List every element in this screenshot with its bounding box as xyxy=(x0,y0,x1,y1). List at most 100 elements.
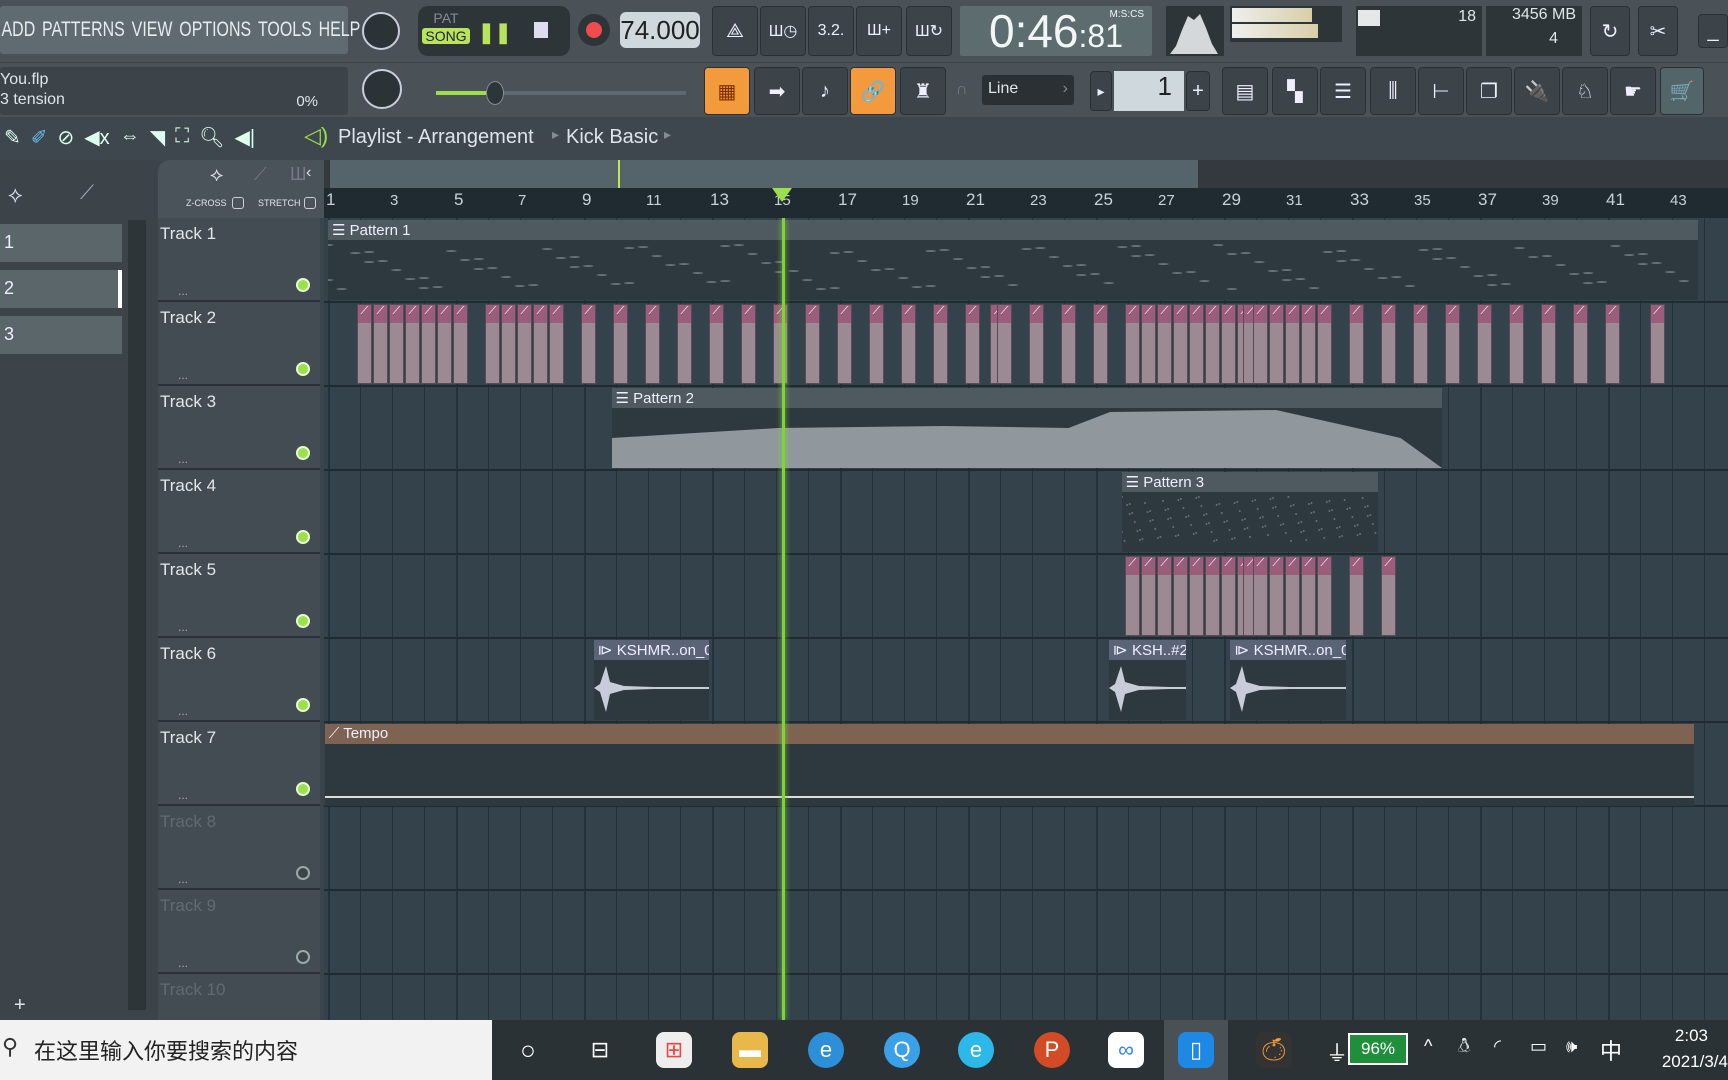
audio-clip-filter-icon[interactable]: ⟡ xyxy=(210,164,223,187)
pattern-clip-small[interactable]: ⟋ xyxy=(964,304,980,384)
delete-tool-icon[interactable]: ⊘ xyxy=(58,125,75,150)
track-header[interactable]: Track 5... xyxy=(158,554,320,638)
pattern-clip-small[interactable]: ⟋ xyxy=(1188,304,1204,384)
project-info-button[interactable]: ❐ xyxy=(1466,67,1512,115)
pattern-clip-small[interactable]: ⟋ xyxy=(1220,556,1236,636)
playlist-grid[interactable]: ☰ Pattern 1 ☰ Pattern 2 ☰ Pattern 3 ⧐ KSHMR… xyxy=(324,218,1728,1020)
track-header[interactable]: Track 9... xyxy=(158,890,320,974)
pattern-clip-filter-icon[interactable]: Ш xyxy=(290,164,307,185)
loop-record-button[interactable]: Ш↻ xyxy=(906,6,952,56)
pattern-clip-small[interactable]: ⟋ xyxy=(1204,304,1220,384)
pattern-clip-small[interactable]: ⟋ xyxy=(708,304,724,384)
select-tool-icon[interactable]: ⛶ xyxy=(175,125,189,150)
piano-roll-button[interactable]: ▚ xyxy=(1272,67,1318,115)
pattern-clip-small[interactable]: ⟋ xyxy=(1188,556,1204,636)
audio-clip[interactable]: ⧐ KSHMR..on_05 xyxy=(593,640,709,720)
record-button[interactable] xyxy=(578,14,610,46)
track-mute-led[interactable] xyxy=(296,782,310,796)
pattern-clip-small[interactable]: ⟋ xyxy=(356,304,372,384)
stretch-checkbox[interactable] xyxy=(304,197,316,209)
zcross-checkbox[interactable] xyxy=(232,197,244,209)
track-header[interactable]: Track 1... xyxy=(158,218,320,302)
channel-rack-button[interactable]: ☰ xyxy=(1320,67,1366,115)
plugin-picker-button[interactable]: ♘ xyxy=(1562,67,1608,115)
slip-tool-icon[interactable]: ⇔ xyxy=(120,125,140,150)
menu-patterns[interactable]: PATTERNS xyxy=(42,18,125,42)
wifi-icon[interactable]: ◜ xyxy=(1494,1036,1501,1057)
tempo-display[interactable]: 74.000 xyxy=(620,12,700,48)
pattern-clip-small[interactable]: ⟋ xyxy=(900,304,916,384)
pattern-clip-small[interactable]: ⟋ xyxy=(1172,556,1188,636)
track-header[interactable]: Track 4... xyxy=(158,470,320,554)
taskbar-search-box[interactable]: ⚲ 在这里输入你要搜索的内容 xyxy=(0,1020,492,1080)
pattern-clip-small[interactable]: ⟋ xyxy=(1268,556,1284,636)
timeline-ruler[interactable]: 1 3 5 7 9 11 13 15 17 19 21 23 25 27 29 31 33 35 37 39 41 43 xyxy=(324,188,1728,218)
pattern-clip-small[interactable]: ⟋ xyxy=(436,304,452,384)
pattern-clip-small[interactable]: ⟋ xyxy=(1508,304,1524,384)
paint-tool-icon[interactable]: ✐ xyxy=(31,125,48,150)
main-slider[interactable] xyxy=(436,81,686,105)
cortana-icon[interactable]: ○ xyxy=(510,1032,546,1068)
audio-filter-icon[interactable]: ⟡ xyxy=(8,182,23,208)
track-mute-led[interactable] xyxy=(296,278,310,292)
pattern-clip-small[interactable]: ⟋ xyxy=(1444,304,1460,384)
track-menu-icon[interactable]: ... xyxy=(178,452,188,466)
pause-button[interactable]: ❚❚ xyxy=(478,20,512,45)
pattern-clip-small[interactable]: ⟋ xyxy=(1156,304,1172,384)
pattern-clip-small[interactable]: ⟋ xyxy=(644,304,660,384)
playlist-window-button[interactable]: ▤ xyxy=(1222,67,1268,115)
task-view-icon[interactable]: ⊟ xyxy=(582,1032,618,1068)
pattern-clip-small[interactable]: ⟋ xyxy=(1348,556,1364,636)
track-mute-led[interactable] xyxy=(296,530,310,544)
pattern-clip[interactable]: ☰ Pattern 2 xyxy=(611,388,1442,468)
baidu-netdisk-icon[interactable]: ∞ xyxy=(1108,1032,1144,1068)
overview-viewport[interactable] xyxy=(330,160,1198,188)
track-mute-led[interactable] xyxy=(296,950,310,964)
track-menu-icon[interactable]: ... xyxy=(178,620,188,634)
volume-icon[interactable]: 🕪︎ xyxy=(1566,1036,1577,1057)
pattern-clip-small[interactable]: ⟋ xyxy=(516,304,532,384)
pattern-clip-small[interactable]: ⟋ xyxy=(420,304,436,384)
menu-view[interactable]: VIEW xyxy=(132,18,173,42)
pattern-clip-small[interactable]: ⟋ xyxy=(1316,556,1332,636)
pattern-clip-small[interactable]: ⟋ xyxy=(404,304,420,384)
powerpoint-icon[interactable]: P xyxy=(1034,1032,1070,1068)
playlist-overview[interactable]: ‹ xyxy=(306,160,1728,188)
track-menu-icon[interactable]: ... xyxy=(178,872,188,886)
store-icon[interactable]: ⊞ xyxy=(656,1032,692,1068)
track-mute-led[interactable] xyxy=(296,446,310,460)
track-header[interactable]: Track 8... xyxy=(158,806,320,890)
pattern-clip-small[interactable]: ⟋ xyxy=(372,304,388,384)
add-button[interactable]: + xyxy=(14,994,26,1017)
pattern-selector[interactable]: 1 xyxy=(1114,71,1184,111)
pattern-clip-small[interactable]: ⟋ xyxy=(1220,304,1236,384)
pattern-clip-small[interactable]: ⟋ xyxy=(484,304,500,384)
pattern-clip-small[interactable]: ⟋ xyxy=(804,304,820,384)
slice-tool-icon[interactable]: ◥ xyxy=(150,125,165,150)
pattern-clip-small[interactable]: ⟋ xyxy=(532,304,548,384)
pattern-clip-small[interactable]: ⟋ xyxy=(868,304,884,384)
audio-clip[interactable]: ⧐ KSH..#2 xyxy=(1108,640,1186,720)
slider-handle[interactable] xyxy=(486,81,504,105)
menu-add[interactable]: ADD xyxy=(2,18,36,42)
pattern-clip-small[interactable]: ⟋ xyxy=(740,304,756,384)
track-menu-icon[interactable]: ... xyxy=(178,788,188,802)
audio-clip[interactable]: ⧐ KSHMR..on_05 xyxy=(1230,640,1346,720)
browser-item[interactable]: 2 xyxy=(0,270,122,308)
pattern-prev-button[interactable]: ▸ xyxy=(1090,71,1112,111)
pencil-tool-icon[interactable]: ✎ xyxy=(4,125,21,150)
pattern-clip-small[interactable]: ⟋ xyxy=(388,304,404,384)
pattern-clip-small[interactable]: ⟋ xyxy=(1028,304,1044,384)
pattern-clip-small[interactable]: ⟋ xyxy=(836,304,852,384)
mute-tool-icon[interactable]: ◀x xyxy=(84,125,109,150)
ie-browser-icon[interactable]: e xyxy=(958,1032,994,1068)
song-time-display[interactable]: 0:46:81 M:S:CS xyxy=(960,6,1152,56)
browser-item[interactable]: 1 xyxy=(0,224,122,262)
clock[interactable]: 2:03 2021/3/4 xyxy=(1640,1026,1728,1072)
scroll-left-icon[interactable]: ‹ xyxy=(306,164,311,182)
stop-button[interactable] xyxy=(534,22,548,38)
chevron-up-icon[interactable]: ^ xyxy=(1424,1036,1432,1057)
pattern-clip-small[interactable]: ⟋ xyxy=(1540,304,1556,384)
pattern-clip-small[interactable]: ⟋ xyxy=(1124,556,1140,636)
pattern-clip-small[interactable]: ⟋ xyxy=(580,304,596,384)
